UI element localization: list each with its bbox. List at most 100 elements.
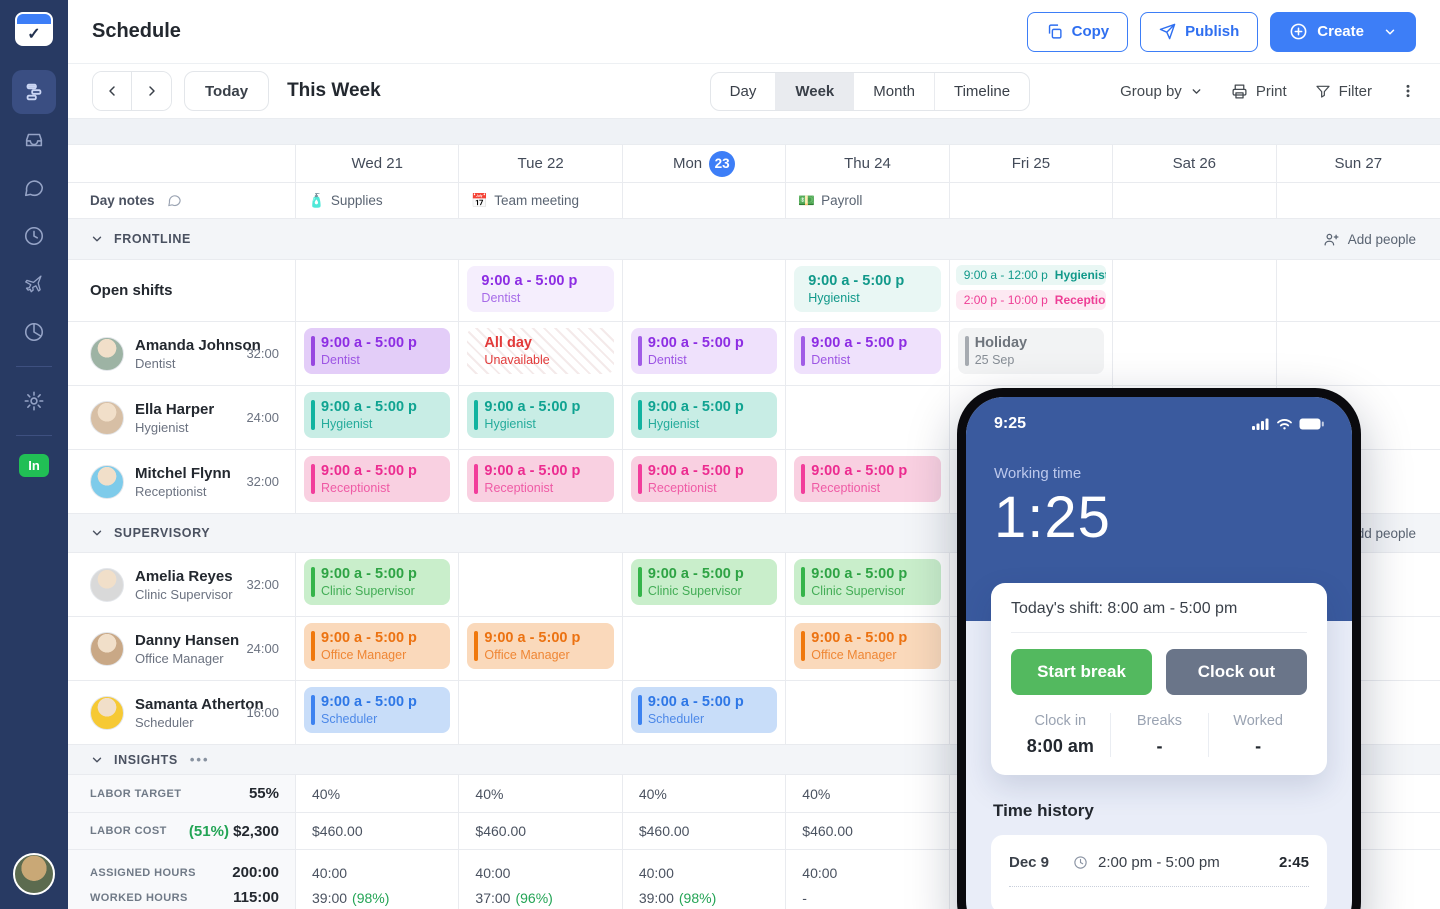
clocked-in-status-badge[interactable]: In: [19, 454, 49, 477]
schedule-cell[interactable]: 9:00 a - 5:00 pDentist: [296, 322, 459, 385]
schedule-cell[interactable]: 9:00 a - 5:00 pScheduler: [623, 681, 786, 744]
sidebar-item-messages[interactable]: [12, 166, 56, 210]
print-button[interactable]: Print: [1231, 83, 1287, 100]
schedule-cell[interactable]: 9:00 a - 5:00 pOffice Manager: [296, 617, 459, 680]
schedule-cell[interactable]: [786, 386, 949, 449]
create-dropdown-toggle[interactable]: [1383, 25, 1397, 39]
shift-chip[interactable]: 9:00 a - 5:00 pReceptionist: [794, 456, 940, 502]
day-header-thu-24[interactable]: Thu 24: [786, 145, 949, 182]
day-note-cell[interactable]: [1277, 183, 1440, 218]
schedule-cell[interactable]: 9:00 a - 5:00 pHygienist: [459, 386, 622, 449]
sidebar-item-time-off[interactable]: [12, 262, 56, 306]
tab-week[interactable]: Week: [776, 73, 854, 110]
sidebar-item-settings[interactable]: [12, 379, 56, 423]
clock-out-button[interactable]: Clock out: [1166, 649, 1307, 695]
next-week-button[interactable]: [132, 72, 171, 110]
employee-cell[interactable]: Danny HansenOffice Manager24:00: [68, 617, 296, 680]
sidebar-item-reports[interactable]: [12, 310, 56, 354]
day-note-cell[interactable]: [623, 183, 786, 218]
copy-button[interactable]: Copy: [1027, 12, 1129, 52]
group-by-control[interactable]: Group by: [1120, 83, 1203, 100]
day-header-wed-21[interactable]: Wed 21: [296, 145, 459, 182]
day-header-mon[interactable]: Mon23: [623, 145, 786, 182]
schedule-cell[interactable]: 9:00 a - 5:00 pClinic Supervisor: [296, 553, 459, 616]
shift-chip[interactable]: 9:00 a - 5:00 pDentist: [794, 328, 940, 374]
holiday-chip[interactable]: Holiday25 Sep: [958, 328, 1104, 374]
schedule-cell[interactable]: 9:00 a - 5:00 pReceptionist: [623, 450, 786, 513]
current-user-avatar[interactable]: [13, 853, 55, 895]
unavailable-chip[interactable]: All dayUnavailable: [467, 328, 613, 374]
shift-chip[interactable]: 9:00 a - 5:00 pHygienist: [631, 392, 777, 438]
schedule-cell[interactable]: 9:00 a - 5:00 pScheduler: [296, 681, 459, 744]
chevron-down-icon[interactable]: [90, 526, 104, 540]
shift-chip[interactable]: 9:00 a - 5:00 pScheduler: [304, 687, 450, 733]
shift-chip[interactable]: 9:00 a - 5:00 pDentist: [304, 328, 450, 374]
shift-chip[interactable]: 9:00 a - 5:00 pDentist: [631, 328, 777, 374]
open-shift-chip[interactable]: 9:00 a - 5:00 pHygienist: [794, 266, 940, 312]
employee-cell[interactable]: Ella HarperHygienist24:00: [68, 386, 296, 449]
tab-day[interactable]: Day: [711, 73, 777, 110]
schedule-cell[interactable]: 9:00 a - 5:00 pClinic Supervisor: [786, 553, 949, 616]
section-more-button[interactable]: •••: [190, 752, 210, 767]
shift-chip[interactable]: 9:00 a - 5:00 pClinic Supervisor: [631, 559, 777, 605]
shift-chip[interactable]: 9:00 a - 5:00 pClinic Supervisor: [304, 559, 450, 605]
schedule-cell[interactable]: [459, 681, 622, 744]
shift-chip[interactable]: 9:00 a - 5:00 pHygienist: [304, 392, 450, 438]
shift-chip[interactable]: 9:00 a - 5:00 pClinic Supervisor: [794, 559, 940, 605]
open-shift-mini-chip[interactable]: 2:00 p - 10:00 pReceptio...: [956, 290, 1106, 310]
more-options-button[interactable]: [1400, 83, 1416, 99]
day-note-cell[interactable]: 🧴Supplies: [296, 183, 459, 218]
day-note-cell[interactable]: [1113, 183, 1276, 218]
create-button[interactable]: Create: [1270, 12, 1416, 52]
chevron-down-icon[interactable]: [90, 753, 104, 767]
schedule-cell[interactable]: 9:00 a - 5:00 pHygienist: [296, 386, 459, 449]
schedule-cell[interactable]: 9:00 a - 5:00 pReceptionist: [296, 450, 459, 513]
tab-month[interactable]: Month: [854, 73, 935, 110]
schedule-cell[interactable]: 9:00 a - 5:00 pHygienist: [786, 260, 949, 321]
filter-button[interactable]: Filter: [1315, 83, 1372, 100]
add-people-button[interactable]: Add people: [1323, 231, 1416, 248]
schedule-cell[interactable]: 9:00 a - 5:00 pOffice Manager: [459, 617, 622, 680]
schedule-cell[interactable]: 9:00 a - 5:00 pClinic Supervisor: [623, 553, 786, 616]
tab-timeline[interactable]: Timeline: [935, 73, 1029, 110]
shift-chip[interactable]: 9:00 a - 5:00 pOffice Manager: [467, 623, 613, 669]
schedule-cell[interactable]: All dayUnavailable: [459, 322, 622, 385]
shift-chip[interactable]: 9:00 a - 5:00 pReceptionist: [631, 456, 777, 502]
schedule-cell[interactable]: [623, 617, 786, 680]
schedule-cell[interactable]: 9:00 a - 5:00 pReceptionist: [786, 450, 949, 513]
employee-cell[interactable]: Amelia ReyesClinic Supervisor32:00: [68, 553, 296, 616]
schedule-cell[interactable]: [1277, 260, 1440, 321]
shift-chip[interactable]: 9:00 a - 5:00 pOffice Manager: [304, 623, 450, 669]
start-break-button[interactable]: Start break: [1011, 649, 1152, 695]
schedule-cell[interactable]: [786, 681, 949, 744]
schedule-cell[interactable]: [1113, 260, 1276, 321]
app-logo[interactable]: ✓: [15, 12, 53, 46]
time-history-row[interactable]: Dec 92:00 pm - 5:00 pm2:45: [1009, 837, 1309, 887]
shift-chip[interactable]: 9:00 a - 5:00 pScheduler: [631, 687, 777, 733]
day-note-cell[interactable]: 💵Payroll: [786, 183, 949, 218]
schedule-cell[interactable]: 9:00 a - 5:00 pReceptionist: [459, 450, 622, 513]
day-header-fri-25[interactable]: Fri 25: [950, 145, 1113, 182]
schedule-cell[interactable]: 9:00 a - 5:00 pHygienist: [623, 386, 786, 449]
open-shift-chip[interactable]: 9:00 a - 5:00 pDentist: [467, 266, 613, 312]
schedule-cell[interactable]: 9:00 a - 5:00 pOffice Manager: [786, 617, 949, 680]
today-button[interactable]: Today: [184, 71, 269, 111]
prev-week-button[interactable]: [93, 72, 132, 110]
shift-chip[interactable]: 9:00 a - 5:00 pOffice Manager: [794, 623, 940, 669]
open-shift-mini-chip[interactable]: 9:00 a - 12:00 pHygienist: [956, 265, 1106, 285]
day-header-sat-26[interactable]: Sat 26: [1113, 145, 1276, 182]
chevron-down-icon[interactable]: [90, 232, 104, 246]
publish-button[interactable]: Publish: [1140, 12, 1258, 52]
schedule-cell[interactable]: 9:00 a - 5:00 pDentist: [459, 260, 622, 321]
day-header-tue-22[interactable]: Tue 22: [459, 145, 622, 182]
employee-cell[interactable]: Samanta AthertonScheduler16:00: [68, 681, 296, 744]
sidebar-item-schedule[interactable]: [12, 70, 56, 114]
shift-chip[interactable]: 9:00 a - 5:00 pReceptionist: [304, 456, 450, 502]
day-note-cell[interactable]: [950, 183, 1113, 218]
employee-cell[interactable]: Amanda JohnsonDentist32:00: [68, 322, 296, 385]
schedule-cell[interactable]: [459, 553, 622, 616]
day-header-sun-27[interactable]: Sun 27: [1277, 145, 1440, 182]
sidebar-item-inbox[interactable]: [12, 118, 56, 162]
shift-chip[interactable]: 9:00 a - 5:00 pReceptionist: [467, 456, 613, 502]
shift-chip[interactable]: 9:00 a - 5:00 pHygienist: [467, 392, 613, 438]
